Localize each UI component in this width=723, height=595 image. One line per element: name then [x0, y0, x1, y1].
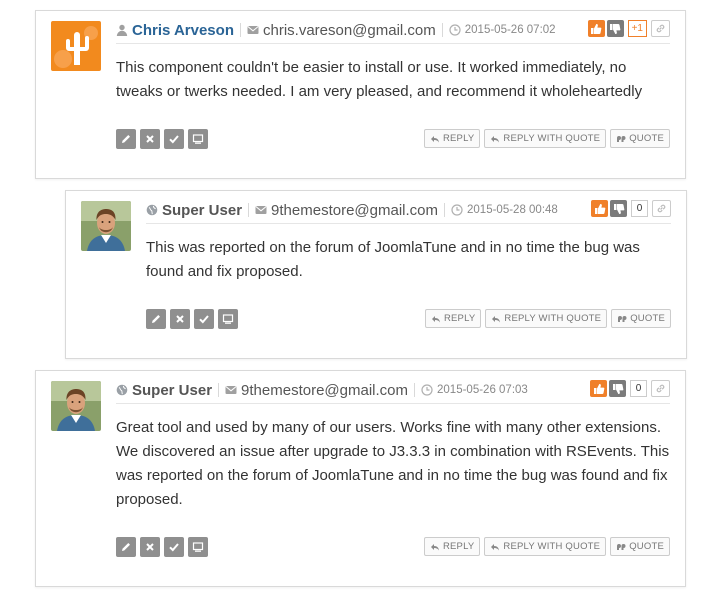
x-icon[interactable]: [140, 537, 160, 557]
comment-date: 2015-05-28 00:48: [467, 204, 558, 216]
vote-controls: 0: [591, 200, 671, 217]
reply-arrow-icon: [491, 135, 500, 142]
reply-label: REPLY: [442, 541, 475, 552]
reply-with-quote-label: REPLY WITH QUOTE: [503, 541, 601, 552]
vote-score: +1: [627, 20, 647, 37]
reply-label: REPLY: [443, 313, 476, 324]
reply-arrow-icon: [431, 315, 440, 322]
reply-with-quote-button[interactable]: REPLY WITH QUOTE: [485, 309, 608, 328]
reply-label: REPLY: [442, 133, 475, 144]
comment-text: This was reported on the forum of Joomla…: [146, 239, 640, 280]
author-name: Super User: [132, 381, 213, 399]
vote-score: 0: [630, 380, 647, 397]
thumbs-up-icon[interactable]: [590, 380, 607, 397]
vote-controls: +1: [587, 20, 670, 37]
divider: [414, 383, 416, 397]
monitor-icon[interactable]: [188, 129, 208, 149]
check-icon[interactable]: [194, 309, 214, 329]
comment-item: Super User 9themestore@gmail.com 2015-05…: [35, 370, 686, 587]
reply-with-quote-button[interactable]: REPLY WITH QUOTE: [484, 129, 607, 148]
quote-button[interactable]: QUOTE: [610, 129, 670, 148]
comment-text: This component couldn't be easier to ins…: [116, 59, 643, 100]
comment-date: 2015-05-26 07:03: [437, 384, 528, 396]
divider: [218, 383, 220, 397]
reply-arrow-icon: [492, 315, 501, 322]
link-icon[interactable]: [652, 200, 671, 217]
reply-arrow-icon: [430, 135, 439, 142]
monitor-icon[interactable]: [188, 537, 208, 557]
x-icon[interactable]: [140, 129, 160, 149]
thumbs-down-icon[interactable]: [610, 200, 627, 217]
author-email[interactable]: 9themestore@gmail.com: [271, 202, 438, 219]
monitor-icon[interactable]: [218, 309, 238, 329]
comment-date: 2015-05-26 07:02: [464, 24, 556, 36]
clock-icon: [449, 24, 461, 36]
quote-icon: [617, 543, 626, 550]
envelope-icon: [255, 204, 267, 216]
reply-button[interactable]: REPLY: [424, 309, 482, 328]
avatar: [81, 201, 131, 251]
author-email[interactable]: chris.vareson@gmail.com: [263, 22, 436, 39]
quote-label: QUOTE: [630, 313, 665, 324]
pencil-icon[interactable]: [146, 309, 166, 329]
reply-arrow-icon: [430, 543, 439, 550]
reply-with-quote-label: REPLY WITH QUOTE: [504, 313, 602, 324]
comment-text: Great tool and used by many of our users…: [116, 419, 670, 508]
vote-controls: 0: [590, 380, 670, 397]
moderation-tools: [146, 309, 238, 329]
envelope-icon: [225, 384, 237, 396]
vote-score: 0: [631, 200, 648, 217]
comment-actions: REPLY REPLY WITH QUOTE QUOTE: [423, 537, 670, 556]
comment-header: Super User 9themestore@gmail.com 2015-05…: [116, 377, 670, 404]
quote-button[interactable]: QUOTE: [610, 537, 670, 556]
comment-actions: REPLY REPLY WITH QUOTE QUOTE: [424, 309, 671, 328]
divider: [248, 203, 250, 217]
avatar: [51, 381, 101, 431]
thumbs-up-icon[interactable]: [591, 200, 608, 217]
comment-item: Chris Arveson chris.vareson@gmail.com 20…: [35, 10, 686, 179]
user-icon: [116, 24, 128, 36]
moderation-tools: [116, 537, 208, 557]
comment-actions: REPLY REPLY WITH QUOTE QUOTE: [423, 129, 670, 148]
clock-icon: [421, 384, 433, 396]
thumbs-down-icon[interactable]: [606, 20, 624, 37]
pencil-icon[interactable]: [116, 129, 136, 149]
author-name: Super User: [162, 201, 243, 219]
link-icon[interactable]: [651, 20, 670, 37]
reply-button[interactable]: REPLY: [423, 537, 481, 556]
check-icon[interactable]: [164, 129, 184, 149]
quote-button[interactable]: QUOTE: [611, 309, 671, 328]
quote-icon: [617, 135, 626, 142]
envelope-icon: [247, 24, 259, 36]
check-icon[interactable]: [164, 537, 184, 557]
reply-with-quote-button[interactable]: REPLY WITH QUOTE: [484, 537, 607, 556]
thumbs-up-icon[interactable]: [587, 20, 605, 37]
divider: [441, 23, 443, 37]
reply-button[interactable]: REPLY: [423, 129, 481, 148]
comment-item: Super User 9themestore@gmail.com 2015-05…: [65, 190, 687, 359]
quote-label: QUOTE: [629, 541, 664, 552]
clock-icon: [451, 204, 463, 216]
link-icon[interactable]: [651, 380, 670, 397]
divider: [239, 23, 241, 37]
divider: [444, 203, 446, 217]
x-icon[interactable]: [170, 309, 190, 329]
quote-icon: [618, 315, 627, 322]
globe-icon: [116, 384, 128, 396]
quote-label: QUOTE: [629, 133, 664, 144]
author-email[interactable]: 9themestore@gmail.com: [241, 382, 408, 399]
avatar: [51, 21, 101, 71]
reply-arrow-icon: [491, 543, 500, 550]
moderation-tools: [116, 129, 208, 149]
pencil-icon[interactable]: [116, 537, 136, 557]
globe-icon: [146, 204, 158, 216]
reply-with-quote-label: REPLY WITH QUOTE: [503, 133, 601, 144]
thumbs-down-icon[interactable]: [609, 380, 626, 397]
author-name[interactable]: Chris Arveson: [132, 22, 234, 39]
